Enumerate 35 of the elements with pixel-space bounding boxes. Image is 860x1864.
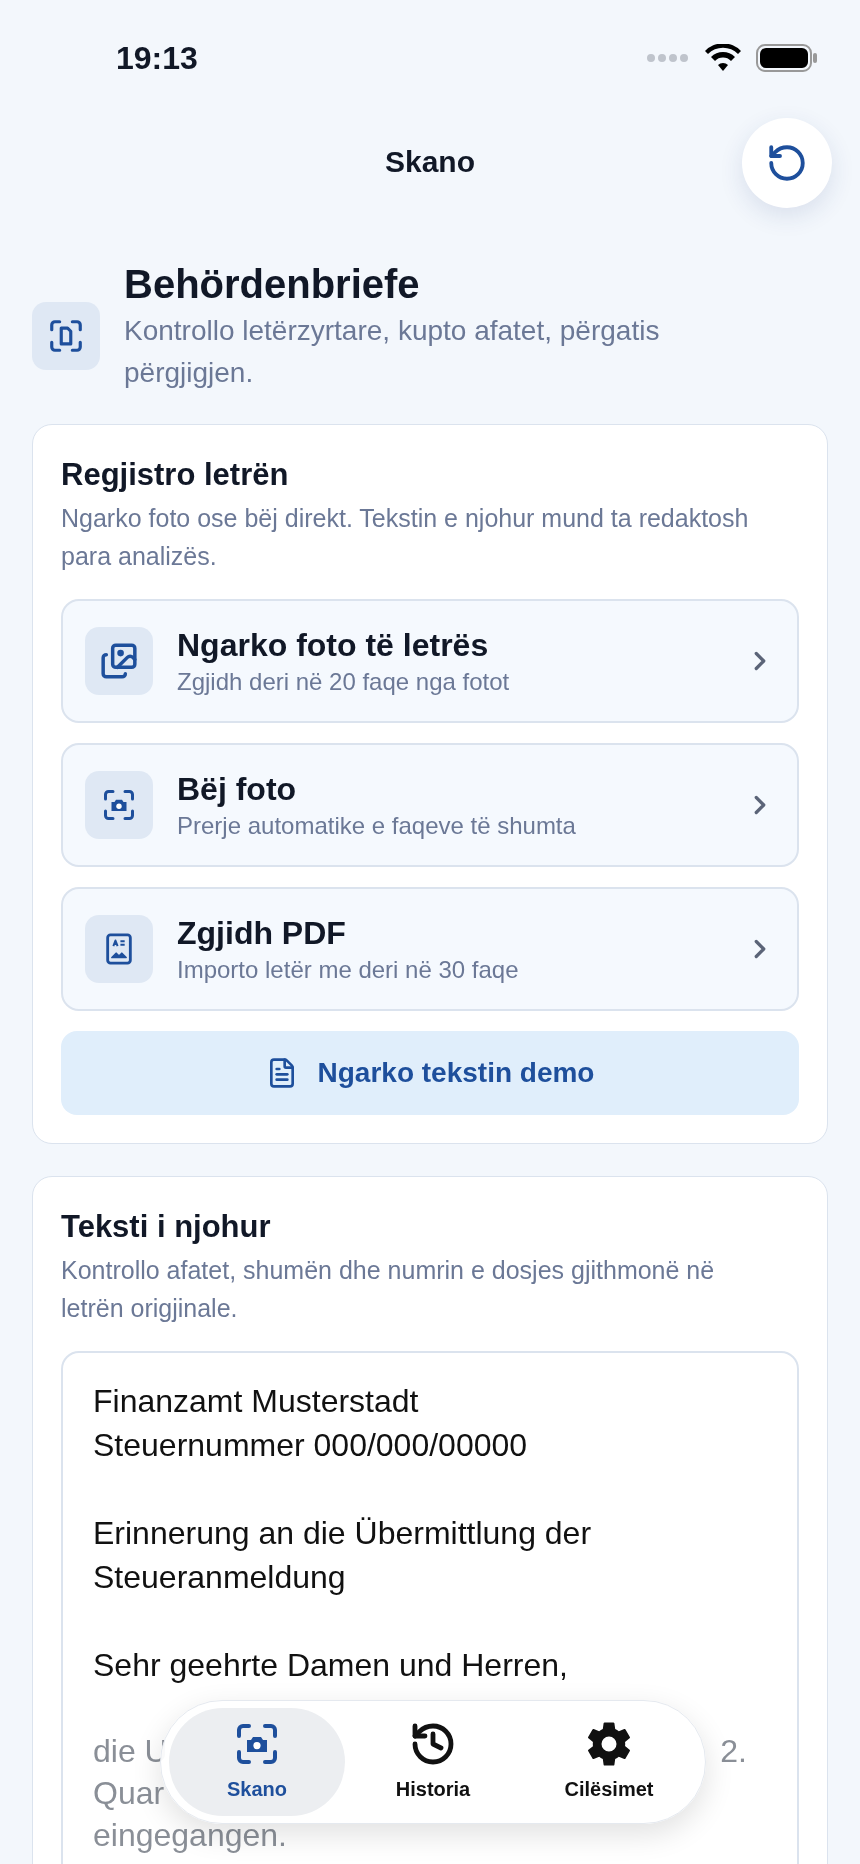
letter-paragraph: Sehr geehrte Damen und Herren, (93, 1646, 569, 1685)
demo-text-button[interactable]: Ngarko tekstin demo (61, 1031, 799, 1115)
tab-item[interactable]: Historia (345, 1708, 521, 1816)
page-subtitle: Kontrollo letërzyrtare, kupto afatet, përgatis përgjigjen. (124, 314, 661, 390)
upload-option[interactable]: Zgjidh PDF Importo letër me deri në 30 faqe (61, 887, 799, 1011)
card-description: Kontrollo afatet, shumën dhe numrin e dosjes gjithmonë në letrën origjinale. (61, 1255, 716, 1324)
card-description: Ngarko foto ose bëj direkt. Tekstin e njohur mund ta redaktosh para analizës. (61, 503, 750, 572)
scan-document-icon (47, 317, 85, 355)
card-title: Teksti i njohur (61, 1208, 272, 1246)
tab-item[interactable]: Skano (169, 1708, 345, 1816)
nav-title: Skano (385, 143, 475, 180)
camera-scan-icon (101, 787, 137, 823)
page-title: Behördenbriefe (124, 261, 421, 308)
letter-paragraph: Erinnerung an die Übermittlung der Steueranmeldung (93, 1514, 593, 1597)
letter-text-line: Quar (93, 1774, 165, 1813)
option-title: Bëj foto (177, 770, 298, 809)
upload-option[interactable]: Bëj foto Prerje automatike e faqeve të shumta (61, 743, 799, 867)
battery-icon (756, 44, 818, 72)
letter-text-line: eingegangen. (93, 1816, 287, 1855)
option-title: Zgjidh PDF (177, 914, 347, 953)
photos-icon (100, 642, 138, 680)
reload-icon (766, 142, 808, 184)
option-subtitle: Importo letër me deri në 30 faqe (177, 955, 520, 985)
tab-item[interactable]: Cilësimet (521, 1708, 697, 1816)
settings-icon (585, 1720, 633, 1768)
card-title: Regjistro letrën (61, 456, 290, 494)
letter-text-line: 2. (720, 1732, 747, 1771)
status-time: 19:13 (116, 39, 198, 78)
signal-icon (646, 53, 690, 63)
option-subtitle: Zgjidh deri në 20 faqe nga fotot (177, 667, 511, 697)
letter-paragraph: Finanzamt Musterstadt Steuernummer 000/000/00000 (93, 1382, 529, 1465)
wifi-icon (704, 44, 742, 72)
option-subtitle: Prerje automatike e faqeve të shumta (177, 811, 577, 841)
option-title: Ngarko foto të letrës (177, 626, 490, 665)
upload-option[interactable]: Ngarko foto të letrës Zgjidh deri në 20 faqe nga fotot (61, 599, 799, 723)
